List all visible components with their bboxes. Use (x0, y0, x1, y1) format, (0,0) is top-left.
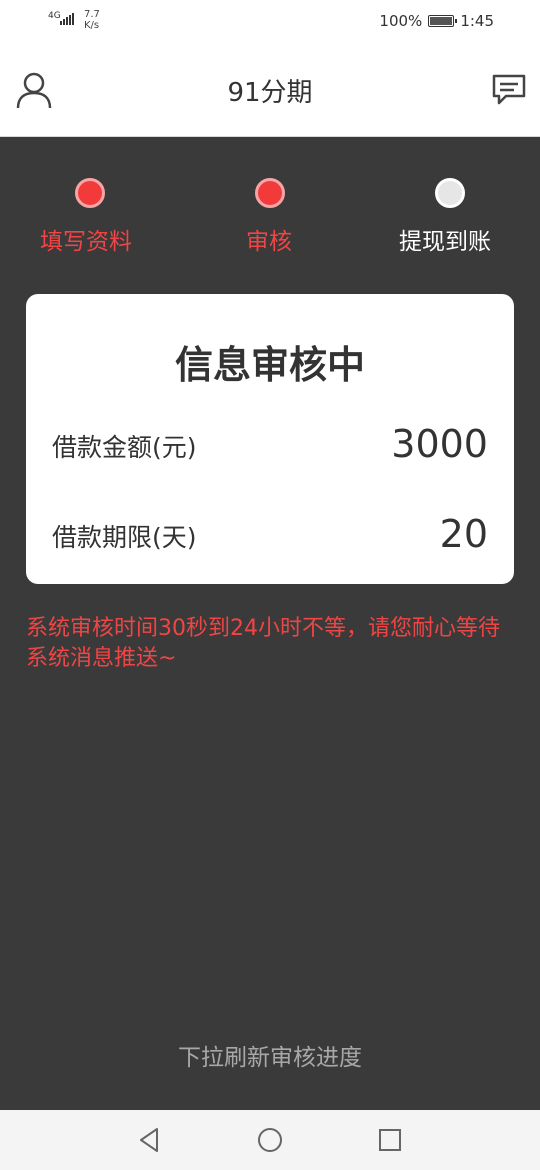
loan-amount-label: 借款金额(元) (52, 433, 197, 462)
back-button[interactable] (136, 1126, 164, 1154)
network-speed-value: 7.7 (84, 9, 100, 20)
step-dot-fill-info (75, 178, 105, 208)
status-right: 100% 1:45 (379, 12, 494, 30)
battery-percent: 100% (379, 12, 423, 30)
review-card: 信息审核中 借款金额(元) 3000 借款期限(天) 20 (26, 294, 514, 584)
step-label-fill-info: 填写资料 (40, 229, 132, 255)
message-icon (492, 74, 526, 105)
network-type: 4G (48, 11, 61, 21)
step-dot-withdraw (435, 178, 465, 208)
battery-icon (428, 15, 458, 27)
recents-square-icon (379, 1129, 401, 1151)
signal-icon (60, 13, 74, 25)
message-button[interactable] (490, 72, 528, 108)
step-label-withdraw: 提现到账 (399, 229, 491, 255)
loan-amount-value: 3000 (391, 422, 488, 466)
back-triangle-icon (140, 1128, 158, 1152)
recents-button[interactable] (376, 1126, 404, 1154)
card-title: 信息审核中 (174, 343, 365, 387)
home-circle-icon (258, 1128, 282, 1152)
network-speed-unit: K/s (84, 20, 100, 31)
pull-refresh-hint: 下拉刷新审核进度 (178, 1045, 362, 1071)
clock: 1:45 (460, 12, 494, 30)
step-label-review: 审核 (246, 229, 292, 255)
network-speed: 7.7 K/s (84, 9, 100, 31)
home-button[interactable] (256, 1126, 284, 1154)
status-bar: 4G 7.7 K/s 100% 1:45 (0, 0, 540, 44)
loan-term-value: 20 (439, 512, 488, 556)
loan-term-label: 借款期限(天) (52, 523, 197, 552)
step-dot-review (255, 178, 285, 208)
system-nav-bar (0, 1110, 540, 1170)
app-header: 91分期 (0, 44, 540, 137)
page-title: 91分期 (227, 78, 313, 108)
review-notice: 系统审核时间30秒到24小时不等，请您耐心等待系统消息推送~ (26, 616, 500, 671)
